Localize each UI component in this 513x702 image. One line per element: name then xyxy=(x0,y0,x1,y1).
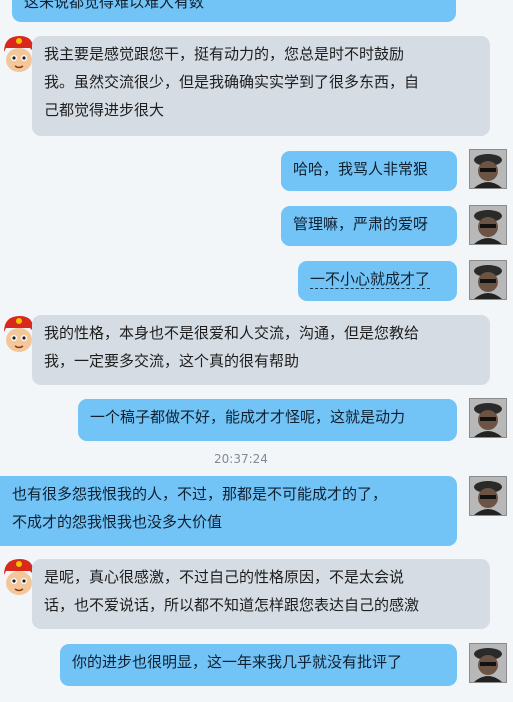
user-photo-icon xyxy=(470,477,506,515)
user-avatar[interactable] xyxy=(469,149,507,189)
user-photo-icon xyxy=(470,261,506,299)
message-line: 我主要是感觉跟您干，挺有动力的，您总是时不时鼓励 xyxy=(44,45,405,63)
message-bubble-outgoing: 一个稿子都做不好，能成才才怪呢，这就是动力 xyxy=(78,399,457,441)
user-avatar[interactable] xyxy=(469,476,507,516)
user-avatar[interactable] xyxy=(469,398,507,438)
message-bubble-outgoing: 哈哈，我骂人非常狠 xyxy=(281,151,457,191)
message-timestamp: 20:37:24 xyxy=(214,452,268,466)
message-text: 这未说都觉得难以难大有数 xyxy=(24,0,205,11)
message-bubble-incoming: 我主要是感觉跟您干，挺有动力的，您总是时不时鼓励 我。虽然交流很少，但是我确确实… xyxy=(32,36,490,136)
message-line: 我的性格，本身也不是很爱和人交流，沟通，但是您教给 xyxy=(44,324,420,342)
message-line: 也有很多怨我恨我的人，不过，那都是不可能成才的了， xyxy=(12,485,388,503)
message-line: 我，一定要多交流，这个真的很有帮助 xyxy=(44,352,300,370)
message-bubble-outgoing: 一不小心就成才了 xyxy=(298,261,457,301)
message-text: 一个稿子都做不好，能成才才怪呢，这就是动力 xyxy=(90,408,406,426)
message-bubble-outgoing: 管理嘛，严肃的爱呀 xyxy=(281,206,457,246)
user-photo-icon xyxy=(470,644,506,682)
message-text: 哈哈，我骂人非常狠 xyxy=(293,160,429,178)
user-avatar[interactable] xyxy=(469,260,507,300)
message-bubble-outgoing: 这未说都觉得难以难大有数 xyxy=(12,0,456,22)
user-photo-icon xyxy=(470,399,506,437)
message-text: 你的进步也很明显，这一年来我几乎就没有批评了 xyxy=(72,653,403,671)
message-text: 管理嘛，严肃的爱呀 xyxy=(293,215,429,233)
message-line: 不成才的怨我恨我也没多大价值 xyxy=(12,513,223,531)
user-photo-icon xyxy=(470,206,506,244)
user-photo-icon xyxy=(470,150,506,188)
message-line: 我。虽然交流很少，但是我确确实实学到了很多东西，自 xyxy=(44,73,420,91)
message-bubble-outgoing: 你的进步也很明显，这一年来我几乎就没有批评了 xyxy=(60,644,457,686)
user-avatar[interactable] xyxy=(469,643,507,683)
message-text: 一不小心就成才了 xyxy=(310,270,431,289)
message-bubble-incoming: 我的性格，本身也不是很爱和人交流，沟通，但是您教给 我，一定要多交流，这个真的很… xyxy=(32,315,490,385)
message-line: 己都觉得进步很大 xyxy=(44,101,165,119)
message-line: 是呢，真心很感激，不过自己的性格原因，不是太会说 xyxy=(44,568,405,586)
message-bubble-outgoing: 也有很多怨我恨我的人，不过，那都是不可能成才的了， 不成才的怨我恨我也没多大价值 xyxy=(0,476,457,546)
user-avatar[interactable] xyxy=(469,205,507,245)
message-line: 话，也不爱说话，所以都不知道怎样跟您表达自己的感激 xyxy=(44,596,420,614)
message-bubble-incoming: 是呢，真心很感激，不过自己的性格原因，不是太会说 话，也不爱说话，所以都不知道怎… xyxy=(32,559,490,629)
